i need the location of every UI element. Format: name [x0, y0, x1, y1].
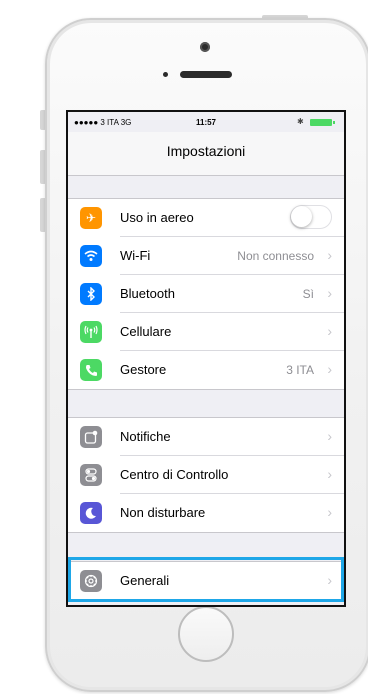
wifi-icon: [80, 245, 102, 267]
phone-icon: [80, 359, 102, 381]
setting-label: Gestore: [120, 362, 167, 377]
bluetooth-icon: [80, 283, 102, 305]
screen: ●●●●● 3 ITA 3G 11:57 ✱ Impostazioni ✈ Us…: [66, 110, 346, 607]
setting-label: Non disturbare: [120, 505, 206, 520]
setting-notifications[interactable]: Notifiche ›: [68, 418, 344, 456]
home-button[interactable]: [178, 606, 234, 662]
setting-label: Bluetooth: [120, 286, 175, 301]
front-camera: [200, 42, 210, 52]
chevron-right-icon: ›: [327, 428, 332, 444]
setting-label: Wi-Fi: [120, 248, 151, 263]
setting-airplane-mode[interactable]: ✈ Uso in aereo: [68, 199, 344, 237]
toggle-knob: [291, 206, 312, 227]
setting-value: Sì: [302, 287, 314, 301]
chevron-right-icon: ›: [327, 361, 332, 377]
setting-cellular[interactable]: Cellulare ›: [68, 313, 344, 351]
setting-label: Notifiche: [120, 429, 171, 444]
status-bar: ●●●●● 3 ITA 3G 11:57 ✱: [68, 112, 344, 132]
setting-carrier[interactable]: Gestore 3 ITA ›: [68, 351, 344, 389]
settings-group-general: Generali ›: [68, 561, 344, 601]
setting-do-not-disturb[interactable]: Non disturbare ›: [68, 494, 344, 532]
gear-icon: [80, 570, 102, 592]
setting-label: Uso in aereo: [120, 210, 194, 225]
setting-value: Non connesso: [237, 249, 314, 263]
nav-bar: Impostazioni: [68, 132, 344, 176]
notifications-icon: [80, 426, 102, 448]
setting-wifi[interactable]: Wi-Fi Non connesso ›: [68, 237, 344, 275]
setting-label: Centro di Controllo: [120, 467, 229, 482]
chevron-right-icon: ›: [327, 323, 332, 339]
proximity-sensor: [163, 72, 168, 77]
setting-bluetooth[interactable]: Bluetooth Sì ›: [68, 275, 344, 313]
setting-label: Cellulare: [120, 324, 172, 339]
battery-icon: [310, 119, 332, 126]
moon-icon: [80, 502, 102, 524]
chevron-right-icon: ›: [327, 504, 332, 520]
control-center-icon: [80, 464, 102, 486]
settings-group-connectivity: ✈ Uso in aereo Wi-Fi Non connesso › Blue…: [68, 198, 344, 390]
settings-group-notifications: Notifiche › Centro di Controllo › Non di…: [68, 417, 344, 533]
cellular-icon: [80, 321, 102, 343]
setting-value: 3 ITA: [286, 363, 314, 377]
page-title: Impostazioni: [166, 143, 246, 159]
setting-control-center[interactable]: Centro di Controllo ›: [68, 456, 344, 494]
setting-label: Generali: [120, 573, 170, 588]
chevron-right-icon: ›: [327, 247, 332, 263]
earpiece-speaker: [180, 71, 232, 78]
bluetooth-icon: ✱: [297, 117, 304, 126]
setting-general[interactable]: Generali ›: [68, 562, 344, 600]
chevron-right-icon: ›: [327, 285, 332, 301]
battery-tip: [333, 121, 335, 124]
chevron-right-icon: ›: [327, 572, 332, 588]
airplane-icon: ✈: [80, 207, 102, 229]
chevron-right-icon: ›: [327, 466, 332, 482]
airplane-mode-toggle[interactable]: [290, 205, 332, 229]
